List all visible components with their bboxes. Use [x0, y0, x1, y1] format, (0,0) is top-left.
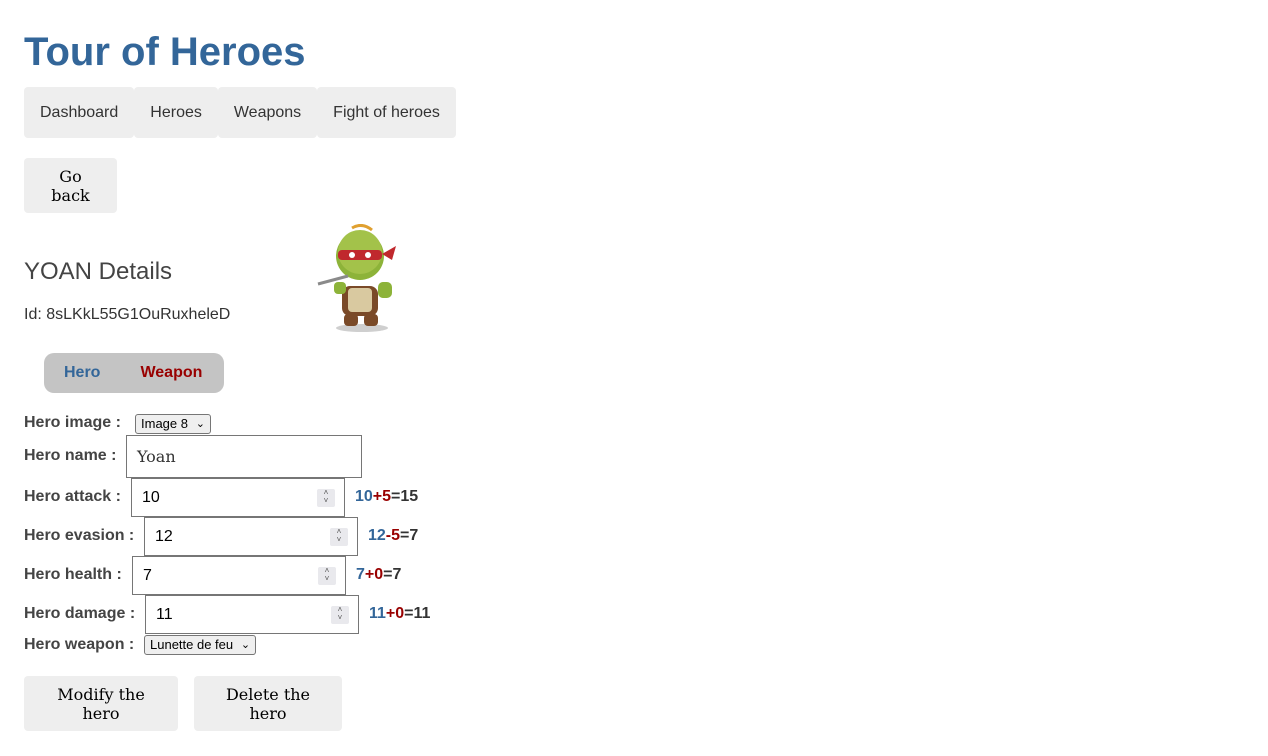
- modify-hero-button[interactable]: Modify the hero: [24, 676, 178, 731]
- hero-damage-input[interactable]: 11 ˄ ˅: [145, 595, 359, 634]
- hero-damage-label: Hero damage :: [24, 605, 136, 622]
- hero-attack-label: Hero attack :: [24, 488, 121, 505]
- tab-hero[interactable]: Hero: [44, 364, 100, 382]
- delete-hero-button[interactable]: Delete the hero: [194, 676, 342, 731]
- hero-id: Id: 8sLKkL55G1OuRuxheleD: [24, 306, 231, 323]
- nav-dashboard[interactable]: Dashboard: [24, 87, 135, 138]
- hero-name-value: Yoan: [137, 447, 176, 466]
- hero-health-label: Hero health :: [24, 566, 122, 583]
- app-title: Tour of Heroes: [24, 30, 306, 74]
- damage-base: 11: [369, 605, 386, 622]
- hero-image-select[interactable]: Image 8 ⌄: [135, 414, 211, 434]
- hero-evasion-label: Hero evasion :: [24, 527, 135, 544]
- spin-arrows-icon[interactable]: ˄ ˅: [317, 489, 335, 507]
- health-stat: 7+0=7: [356, 566, 401, 584]
- detail-tabs: Hero Weapon: [44, 353, 224, 393]
- hero-image-label: Hero image :: [24, 414, 121, 431]
- chevron-down-icon: ⌄: [195, 418, 205, 430]
- nav-heroes[interactable]: Heroes: [134, 87, 218, 138]
- hero-weapon-select[interactable]: Lunette de feu ⌄: [144, 635, 257, 655]
- hero-attack-value: 10: [142, 488, 160, 506]
- evasion-stat: 12-5=7: [368, 527, 418, 545]
- hero-attack-input[interactable]: 10 ˄ ˅: [131, 478, 345, 517]
- evasion-base: 12: [368, 527, 386, 544]
- hero-damage-value: 11: [156, 605, 173, 623]
- chevron-down-icon: ⌄: [240, 639, 251, 651]
- damage-total: =11: [404, 605, 431, 622]
- health-base: 7: [356, 566, 365, 583]
- spin-arrows-icon[interactable]: ˄ ˅: [330, 528, 348, 546]
- health-mod: +0: [364, 566, 384, 583]
- hero-health-value: 7: [143, 566, 152, 584]
- hero-name-input[interactable]: Yoan: [126, 435, 362, 478]
- health-total: =7: [383, 566, 402, 583]
- evasion-total: =7: [400, 527, 419, 544]
- hero-weapon-select-value: Lunette de feu: [150, 637, 234, 652]
- go-back-button[interactable]: Go back: [24, 158, 117, 213]
- nav-fight-of-heroes[interactable]: Fight of heroes: [317, 87, 456, 138]
- attack-mod: +5: [372, 488, 392, 505]
- attack-stat: 10+5=15: [355, 488, 418, 506]
- nav-weapons[interactable]: Weapons: [217, 87, 318, 138]
- hero-image-select-value: Image 8: [141, 416, 188, 431]
- hero-evasion-input[interactable]: 12 ˄ ˅: [144, 517, 358, 556]
- hero-name-label: Hero name :: [24, 447, 117, 464]
- hero-evasion-value: 12: [155, 527, 173, 545]
- attack-base: 10: [355, 488, 373, 505]
- damage-mod: +0: [385, 605, 405, 622]
- attack-total: =15: [391, 488, 419, 505]
- spin-arrows-icon[interactable]: ˄ ˅: [331, 606, 349, 624]
- tab-weapon[interactable]: Weapon: [100, 364, 202, 382]
- hero-details-title: YOAN Details: [24, 258, 173, 285]
- hero-health-input[interactable]: 7 ˄ ˅: [132, 556, 346, 595]
- hero-avatar-image: [317, 224, 396, 332]
- hero-weapon-label: Hero weapon :: [24, 636, 135, 653]
- main-nav: Dashboard Heroes Weapons Fight of heroes: [24, 87, 456, 138]
- evasion-mod: -5: [385, 527, 401, 544]
- spin-arrows-icon[interactable]: ˄ ˅: [318, 567, 336, 585]
- damage-stat: 11+0=11: [369, 605, 430, 623]
